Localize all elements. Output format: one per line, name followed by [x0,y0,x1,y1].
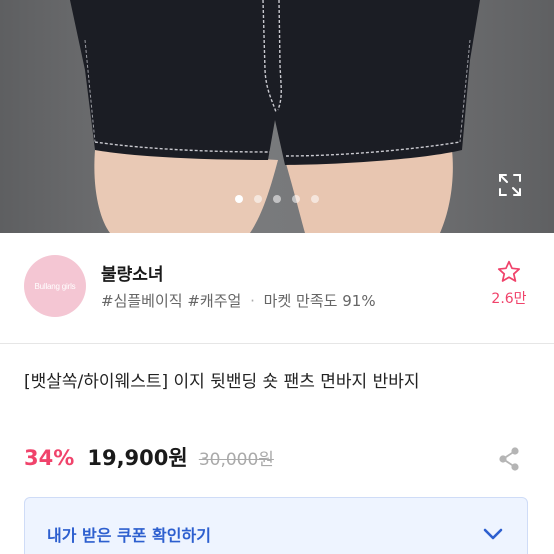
star-outline-icon [497,260,521,282]
carousel-dot[interactable] [273,195,281,203]
coupon-label: 내가 받은 쿠폰 확인하기 [47,526,211,545]
sale-price: 19,900원 [87,446,188,470]
store-info: Bullang girls 불량소녀 #심플베이직 #캐주얼 · 마켓 만족도 … [0,233,554,343]
carousel-indicators [0,193,554,205]
carousel-dot[interactable] [292,195,300,203]
carousel-dot[interactable] [235,195,243,203]
chevron-down-icon [483,528,503,540]
price-row: 34% 19,900원 30,000원 [24,442,274,474]
original-price: 30,000원 [198,450,274,470]
favorite-store-button[interactable]: 2.6만 [488,259,530,315]
product-image[interactable] [0,0,554,233]
expand-icon [499,174,521,196]
carousel-dot[interactable] [311,195,319,203]
store-tag[interactable]: #심플베이직 [101,292,183,310]
expand-image-button[interactable] [497,172,531,206]
share-icon [499,447,519,471]
store-tag[interactable]: #캐주얼 [187,292,241,310]
store-logo[interactable]: Bullang girls [24,255,86,317]
satisfaction-label: 마켓 만족도 [263,292,338,310]
coupon-check-button[interactable]: 내가 받은 쿠폰 확인하기 [24,497,528,554]
section-divider [0,343,554,344]
store-name[interactable]: 불량소녀 [101,260,164,285]
share-button[interactable] [494,444,524,474]
meta-separator: · [250,292,255,310]
store-meta: #심플베이직 #캐주얼 · 마켓 만족도 91% [101,290,376,311]
store-logo-text: Bullang girls [34,281,76,291]
carousel-dot[interactable] [254,195,262,203]
favorite-count: 2.6만 [491,291,527,307]
discount-rate: 34% [24,446,75,470]
product-title: [뱃살쏙/하이웨스트] 이지 뒷밴딩 숏 팬츠 면바지 반바지 [24,372,420,392]
satisfaction-value: 91% [342,292,376,310]
